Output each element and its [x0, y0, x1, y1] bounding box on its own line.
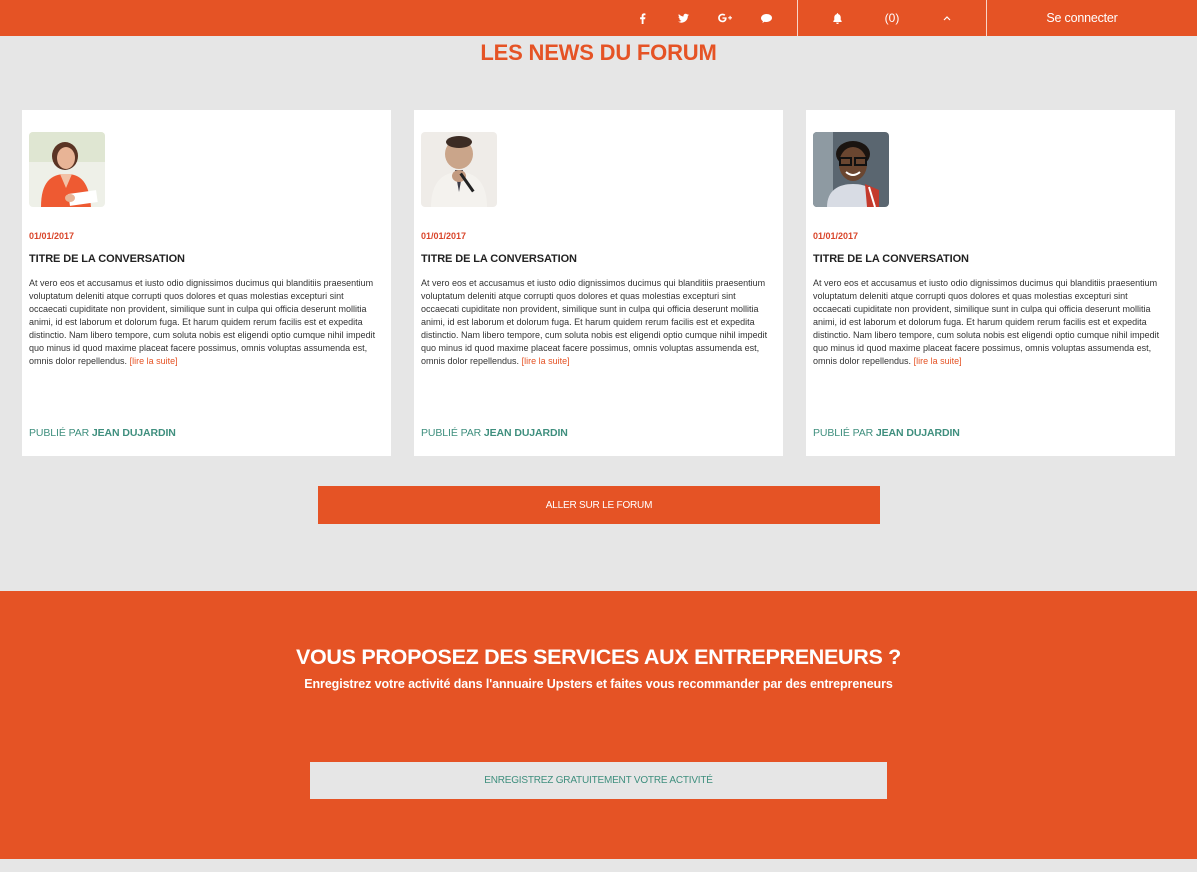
login-button[interactable]: Se connecter [987, 0, 1177, 36]
facebook-icon[interactable] [632, 0, 652, 36]
twitter-icon[interactable] [673, 0, 693, 36]
author-prefix: PUBLIÉ PAR [813, 427, 874, 439]
read-more-link[interactable]: [lire la suite] [914, 356, 962, 366]
author-prefix: PUBLIÉ PAR [421, 427, 482, 439]
post-excerpt-text: At vero eos et accusamus et iusto odio d… [29, 278, 376, 366]
forum-card: 01/01/2017 TITRE DE LA CONVERSATION At v… [22, 110, 391, 456]
read-more-link[interactable]: [lire la suite] [130, 356, 178, 366]
services-cta-section: VOUS PROPOSEZ DES SERVICES AUX ENTREPREN… [0, 591, 1197, 859]
post-excerpt: At vero eos et accusamus et iusto odio d… [813, 277, 1163, 368]
cta-subtitle: Enregistrez votre activité dans l'annuai… [304, 677, 893, 691]
post-date: 01/01/2017 [813, 231, 859, 241]
post-excerpt-text: At vero eos et accusamus et iusto odio d… [813, 278, 1160, 366]
avatar [29, 132, 105, 207]
post-title[interactable]: TITRE DE LA CONVERSATION [813, 253, 969, 265]
avatar [421, 132, 497, 207]
author-name[interactable]: JEAN DUJARDIN [484, 427, 568, 439]
post-date: 01/01/2017 [421, 231, 467, 241]
post-title[interactable]: TITRE DE LA CONVERSATION [421, 253, 577, 265]
author-name[interactable]: JEAN DUJARDIN [92, 427, 176, 439]
bell-icon[interactable] [829, 0, 845, 36]
cta-title: VOUS PROPOSEZ DES SERVICES AUX ENTREPREN… [295, 645, 902, 669]
post-excerpt-text: At vero eos et accusamus et iusto odio d… [421, 278, 768, 366]
post-date: 01/01/2017 [29, 231, 75, 241]
forum-card: 01/01/2017 TITRE DE LA CONVERSATION At v… [806, 110, 1175, 456]
forum-card: 01/01/2017 TITRE DE LA CONVERSATION At v… [414, 110, 783, 456]
post-excerpt: At vero eos et accusamus et iusto odio d… [421, 277, 771, 368]
topbar-divider [797, 0, 798, 36]
post-author: PUBLIÉ PAR JEAN DUJARDIN [813, 427, 960, 439]
notification-count[interactable]: (0) [875, 0, 909, 36]
post-title[interactable]: TITRE DE LA CONVERSATION [29, 253, 185, 265]
google-plus-icon[interactable] [714, 0, 736, 36]
read-more-link[interactable]: [lire la suite] [522, 356, 570, 366]
post-author: PUBLIÉ PAR JEAN DUJARDIN [29, 427, 176, 439]
author-prefix: PUBLIÉ PAR [29, 427, 90, 439]
chat-icon[interactable] [756, 0, 776, 36]
section-title: LES NEWS DU FORUM [480, 40, 717, 65]
chevron-up-icon[interactable] [940, 0, 954, 36]
register-activity-button[interactable]: ENREGISTREZ GRATUITEMENT VOTRE ACTIVITÉ [310, 762, 887, 799]
post-author: PUBLIÉ PAR JEAN DUJARDIN [421, 427, 568, 439]
top-bar: (0) Se connecter [0, 0, 1197, 36]
author-name[interactable]: JEAN DUJARDIN [876, 427, 960, 439]
avatar [813, 132, 889, 207]
post-excerpt: At vero eos et accusamus et iusto odio d… [29, 277, 379, 368]
go-to-forum-button[interactable]: ALLER SUR LE FORUM [318, 486, 880, 524]
